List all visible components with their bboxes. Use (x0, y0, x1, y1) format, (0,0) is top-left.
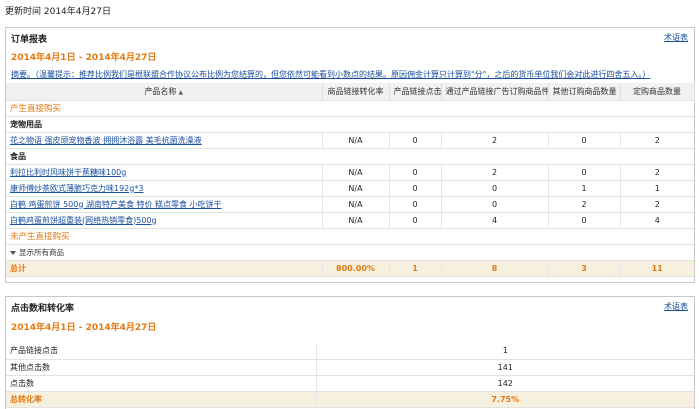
category-pets: 宠物用品 (6, 116, 694, 133)
table-row: 点击数 142 (6, 375, 694, 392)
cell-other: 1 (547, 180, 620, 197)
table-row: 产品链接点击 1 (6, 343, 694, 360)
cell-rate: N/A (321, 212, 389, 229)
clicks-date-range: 2014年4月1日 - 2014年4月27日 (11, 323, 157, 333)
clicks-panel-header: 点击数和转化率 术语表 (6, 297, 694, 315)
clicks-report-title: 点击数和转化率 (11, 304, 75, 314)
orders-glossary-link[interactable]: 术语表 (664, 32, 688, 43)
cell-via: 2 (440, 132, 548, 149)
clicks-table: 产品链接点击 1 其他点击数 141 点击数 142 总转化率 7.75% (6, 343, 694, 408)
table-row: 利拉比利时风味饼干蕉糖味100g N/A 0 2 0 2 (6, 164, 694, 181)
cell-clicks: 0 (388, 164, 441, 181)
total-clicks: 1 (388, 259, 441, 277)
total-other: 3 (547, 259, 620, 277)
cell-total: 2 (619, 164, 694, 181)
orders-panel-header: 订单报表 术语表 (6, 28, 694, 46)
cell-total: 1 (619, 180, 694, 197)
product-link[interactable]: 花之物语 强皮顽宠物香波 拥拥沐浴露 美毛抗菌洗澡液 (10, 136, 202, 145)
product-link[interactable]: 白鹤鸡蛋煎饼超重装(网络热销零食)500g (10, 216, 157, 225)
total-label: 总计 (6, 259, 322, 277)
cell-total: 2 (619, 132, 694, 149)
orders-total-row: 总计 800.00% 1 8 3 11 (6, 259, 694, 277)
show-all-products-toggle[interactable]: 显示所有商品 (6, 244, 694, 261)
orders-date-range: 2014年4月1日 - 2014年4月27日 (11, 53, 157, 63)
cell-other: 0 (547, 212, 620, 229)
show-all-label: 显示所有商品 (19, 247, 64, 257)
sort-icon: ▲ (178, 88, 184, 96)
row-label: 产品链接点击 (6, 343, 316, 360)
cell-rate: N/A (321, 132, 389, 149)
cell-rate: N/A (321, 180, 389, 197)
cell-clicks: 0 (388, 196, 441, 213)
orders-table-header: 产品名称 ▲ 商品链接转化率 产品链接点击 通过产品链接广告订购商品件数 其他订购… (6, 83, 695, 101)
row-label: 点击数 (6, 375, 316, 392)
table-row: 白鹤鸡蛋煎饼超重装(网络热销零食)500g N/A 0 4 0 4 (6, 212, 694, 229)
product-link[interactable]: 康师傅炒茶欧式薄脆巧克力味192g*3 (10, 184, 143, 193)
col-product-name-label: 产品名称 (144, 86, 177, 96)
col-items-via-link[interactable]: 通过产品链接广告订购商品件数 (441, 83, 549, 101)
orders-report-panel: 订单报表 术语表 2014年4月1日 - 2014年4月27日 摘要。（温馨提示… (5, 27, 695, 283)
product-link[interactable]: 白鹤 鸡蛋煎饼 500g 湖南特产美食 特价 糕点零食 小吃饼干 (10, 200, 222, 209)
show-all-products-row: 显示所有商品 (6, 244, 694, 261)
orders-table: 产品名称 ▲ 商品链接转化率 产品链接点击 通过产品链接广告订购商品件数 其他订购… (6, 83, 695, 277)
updated-time: 更新时间 2014年4月27日 (5, 7, 111, 17)
conversion-total-row: 总转化率 7.75% (6, 390, 694, 408)
table-row: 康师傅炒茶欧式薄脆巧克力味192g*3 N/A 0 0 1 1 (6, 180, 694, 197)
table-row: 白鹤 鸡蛋煎饼 500g 湖南特产美食 特价 糕点零食 小吃饼干 N/A 0 0… (6, 196, 694, 213)
clicks-conversion-panel: 点击数和转化率 术语表 2014年4月1日 - 2014年4月27日 产品链接点… (5, 296, 695, 409)
cell-other: 0 (547, 164, 620, 181)
row-value: 141 (315, 359, 694, 376)
row-value: 142 (315, 375, 694, 392)
cell-total: 4 (619, 212, 694, 229)
total-rate: 800.00% (321, 259, 389, 277)
col-ordered-items[interactable]: 定购商品数量 (620, 83, 695, 101)
section-no-direct-purchase: 未产生直接购买 (6, 228, 694, 245)
cell-clicks: 0 (388, 180, 441, 197)
row-label: 其他点击数 (6, 359, 316, 376)
cell-rate: N/A (321, 164, 389, 181)
cell-rate: N/A (321, 196, 389, 213)
table-row: 花之物语 强皮顽宠物香波 拥拥沐浴露 美毛抗菌洗澡液 N/A 0 2 0 2 (6, 132, 694, 149)
category-food: 食品 (6, 148, 694, 165)
total-via: 8 (440, 259, 548, 277)
cell-via: 0 (440, 180, 548, 197)
cell-clicks: 0 (388, 132, 441, 149)
clicks-glossary-link[interactable]: 术语表 (664, 301, 688, 312)
col-conversion-rate[interactable]: 商品链接转化率 (322, 83, 390, 101)
total-ordered: 11 (619, 259, 694, 277)
section-direct-purchase: 产生直接购买 (6, 100, 694, 117)
row-value: 1 (315, 343, 694, 360)
orders-summary-note[interactable]: 摘要。（温馨提示：推荐比例我们是根联盟合作协议公布比例为您结算的，但您依然可能看… (11, 69, 691, 80)
cell-other: 2 (547, 196, 620, 213)
total-conversion-label: 总转化率 (6, 390, 316, 408)
cell-via: 4 (440, 212, 548, 229)
cell-via: 0 (440, 196, 548, 213)
product-link[interactable]: 利拉比利时风味饼干蕉糖味100g (10, 168, 126, 177)
cell-via: 2 (440, 164, 548, 181)
cell-other: 0 (547, 132, 620, 149)
table-row: 其他点击数 141 (6, 359, 694, 376)
col-other-items[interactable]: 其他订购商品数量 (548, 83, 621, 101)
orders-report-title: 订单报表 (11, 35, 48, 45)
triangle-down-icon (10, 250, 16, 255)
cell-total: 2 (619, 196, 694, 213)
col-product-name[interactable]: 产品名称 ▲ (6, 83, 323, 101)
total-conversion-value: 7.75% (315, 390, 694, 408)
cell-clicks: 0 (388, 212, 441, 229)
col-link-clicks[interactable]: 产品链接点击 (389, 83, 442, 101)
